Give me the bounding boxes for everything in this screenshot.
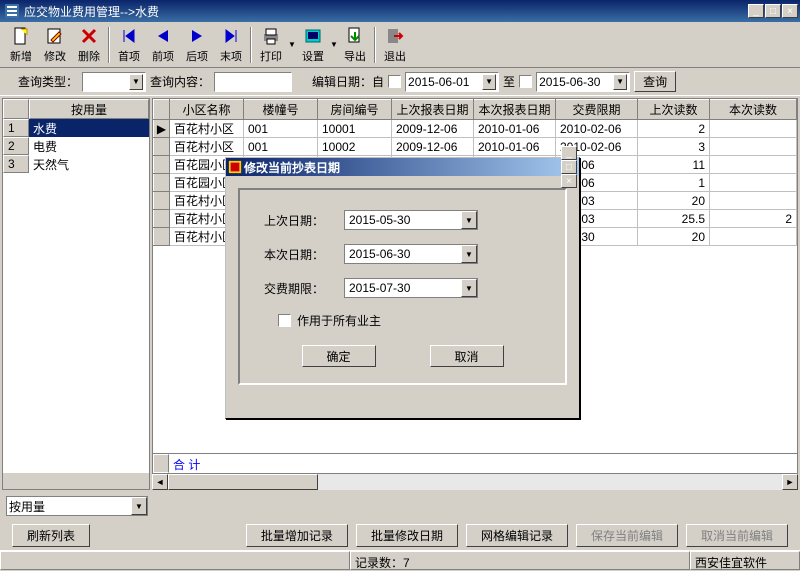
- side-row[interactable]: 2电费: [3, 137, 149, 155]
- status-bar: 记录数：7 西安佳宜软件: [0, 550, 800, 570]
- bottom-bar-2: 刷新列表 批量增加记录 批量修改日期 网格编辑记录 保存当前编辑 取消当前编辑: [0, 520, 800, 550]
- print-dropdown[interactable]: ▼: [288, 24, 296, 65]
- refresh-button[interactable]: 刷新列表: [12, 524, 90, 547]
- next-button[interactable]: 后项: [180, 25, 214, 65]
- edit-date-label: 编辑日期：自: [312, 73, 384, 90]
- settings-dropdown[interactable]: ▼: [330, 24, 338, 65]
- this-date-label: 本次日期：: [264, 246, 344, 263]
- batch-add-button[interactable]: 批量增加记录: [246, 524, 348, 547]
- window-title: 应交物业费用管理-->水费: [24, 3, 748, 20]
- toolbar: 新增 修改 删除 首项 前项 后项 末项 打印 ▼ 设置 ▼ 导出 退出: [0, 22, 800, 68]
- print-button[interactable]: 打印: [254, 25, 288, 65]
- side-header-label: 按用量: [29, 99, 149, 119]
- last-date-label: 上次日期：: [264, 212, 344, 229]
- close-button[interactable]: ×: [782, 4, 798, 18]
- this-date-input[interactable]: 2015-06-30▼: [344, 244, 478, 264]
- new-button[interactable]: 新增: [4, 25, 38, 65]
- bottom-bar-1: 按用量▼: [0, 492, 800, 520]
- dialog-title: 修改当前抄表日期: [242, 159, 561, 176]
- usage-combo[interactable]: 按用量▼: [6, 496, 148, 516]
- date-from-checkbox[interactable]: [388, 75, 401, 88]
- net-edit-button[interactable]: 网格编辑记录: [466, 524, 568, 547]
- query-type-combo[interactable]: ▼: [82, 72, 146, 92]
- export-button[interactable]: 导出: [338, 25, 372, 65]
- date-from-input[interactable]: 2015-06-01▼: [405, 72, 499, 92]
- save-edit-button[interactable]: 保存当前编辑: [576, 524, 678, 547]
- apply-all-label: 作用于所有业主: [297, 312, 381, 329]
- dialog-minimize-button[interactable]: _: [561, 146, 577, 160]
- ok-button[interactable]: 确定: [302, 345, 376, 367]
- due-date-label: 交费期限：: [264, 280, 344, 297]
- table-row[interactable]: ▶百花村小区001100012009-12-062010-01-062010-0…: [154, 120, 797, 138]
- grid-footer: 合 计: [152, 454, 798, 474]
- date-to-label: 至: [503, 73, 515, 90]
- status-company: 西安佳宜软件: [690, 551, 800, 570]
- dialog-maximize-button[interactable]: □: [561, 160, 577, 174]
- date-to-input[interactable]: 2015-06-30▼: [536, 72, 630, 92]
- side-header-num: [3, 99, 29, 119]
- scroll-right-icon[interactable]: ►: [782, 474, 798, 490]
- table-row[interactable]: 百花村小区001100022009-12-062010-01-062010-02…: [154, 138, 797, 156]
- side-row[interactable]: 3天然气: [3, 155, 149, 173]
- grid-hscrollbar[interactable]: ◄ ►: [152, 474, 798, 490]
- scroll-left-icon[interactable]: ◄: [152, 474, 168, 490]
- last-date-input[interactable]: 2015-05-30▼: [344, 210, 478, 230]
- modify-date-dialog: 修改当前抄表日期 _ □ × 上次日期： 2015-05-30▼ 本次日期： 2…: [225, 157, 580, 419]
- maximize-button[interactable]: □: [765, 4, 781, 18]
- window-titlebar: 应交物业费用管理-->水费 _ □ ×: [0, 0, 800, 22]
- apply-all-checkbox[interactable]: [278, 314, 291, 327]
- footer-total-label: 合 计: [169, 454, 204, 473]
- query-button[interactable]: 查询: [634, 71, 676, 92]
- due-date-input[interactable]: 2015-07-30▼: [344, 278, 478, 298]
- query-content-label: 查询内容：: [150, 73, 210, 90]
- status-records: 记录数：7: [350, 551, 690, 570]
- scroll-thumb[interactable]: [168, 474, 318, 490]
- minimize-button[interactable]: _: [748, 4, 764, 18]
- query-content-input[interactable]: [214, 72, 292, 92]
- dialog-close-button[interactable]: ×: [561, 174, 577, 188]
- dialog-titlebar: 修改当前抄表日期 _ □ ×: [226, 158, 579, 176]
- batch-date-button[interactable]: 批量修改日期: [356, 524, 458, 547]
- dialog-icon: [228, 160, 242, 174]
- edit-button[interactable]: 修改: [38, 25, 72, 65]
- side-row[interactable]: 1水费: [3, 119, 149, 137]
- settings-button[interactable]: 设置: [296, 25, 330, 65]
- date-to-checkbox[interactable]: [519, 75, 532, 88]
- first-button[interactable]: 首项: [112, 25, 146, 65]
- prev-button[interactable]: 前项: [146, 25, 180, 65]
- query-type-label: 查询类型：: [18, 73, 78, 90]
- delete-button[interactable]: 删除: [72, 25, 106, 65]
- cancel-button[interactable]: 取消: [430, 345, 504, 367]
- exit-button[interactable]: 退出: [378, 25, 412, 65]
- search-bar: 查询类型： ▼ 查询内容： 编辑日期：自 2015-06-01▼ 至 2015-…: [0, 68, 800, 96]
- last-button[interactable]: 末项: [214, 25, 248, 65]
- side-panel: 按用量 1水费 2电费 3天然气: [2, 98, 150, 490]
- cancel-edit-button[interactable]: 取消当前编辑: [686, 524, 788, 547]
- app-icon: [4, 3, 20, 19]
